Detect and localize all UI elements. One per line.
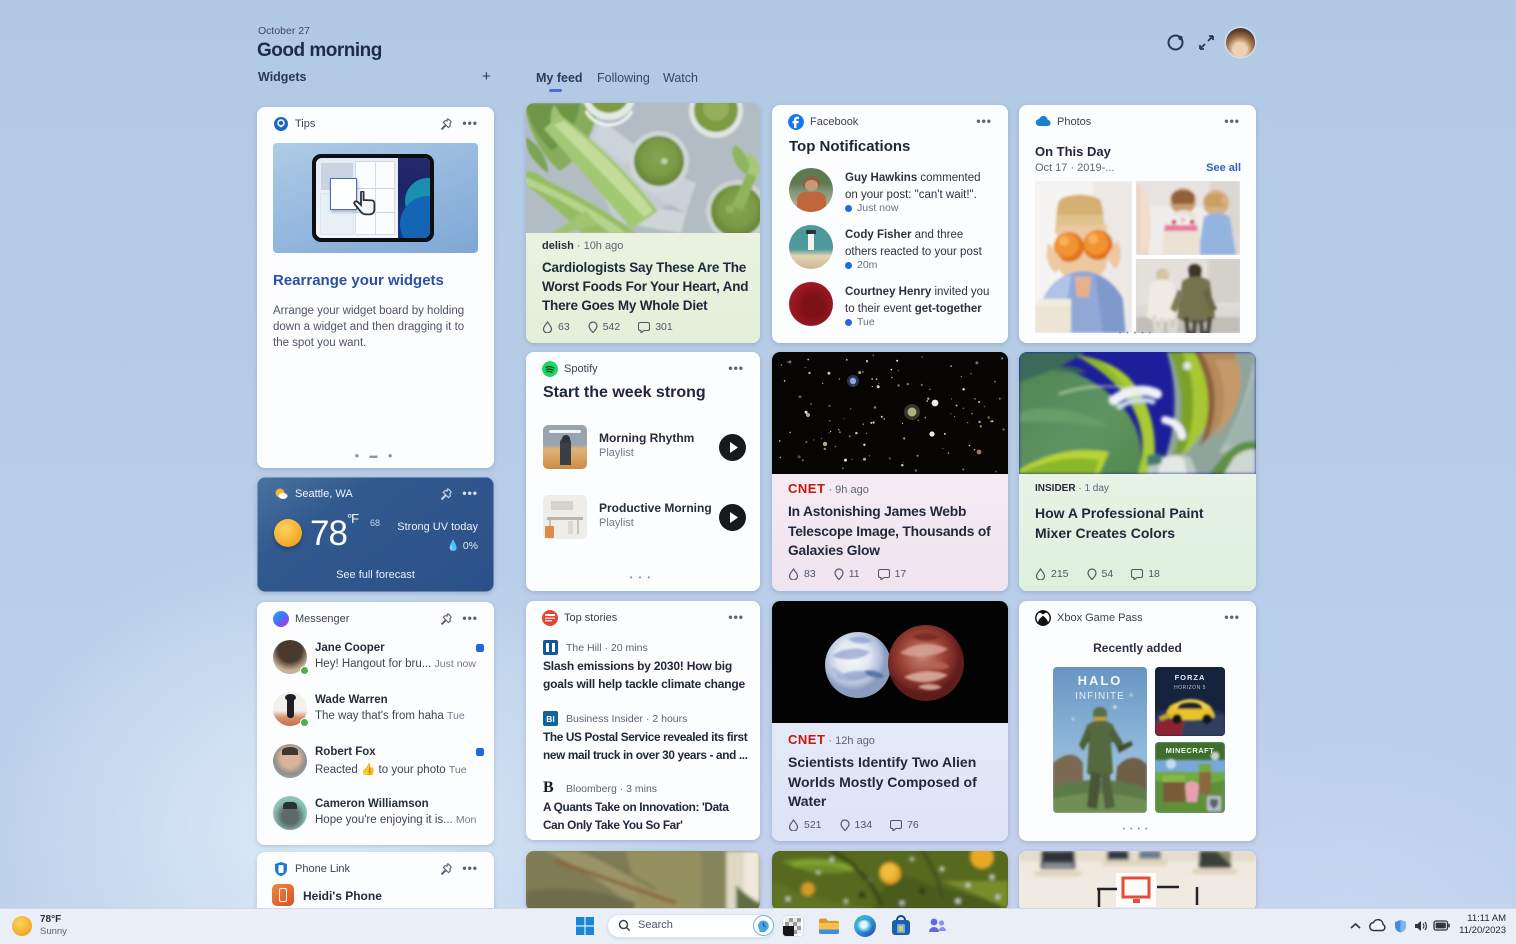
svg-text:HALO: HALO [1078, 673, 1123, 688]
svg-text:INFINITE: INFINITE [1075, 691, 1125, 702]
svg-text:HORIZON 5: HORIZON 5 [1174, 685, 1206, 691]
svg-text:BI: BI [546, 714, 555, 724]
svg-text:FORZA: FORZA [1175, 673, 1206, 682]
svg-text:MINECRAFT: MINECRAFT [1166, 746, 1215, 755]
